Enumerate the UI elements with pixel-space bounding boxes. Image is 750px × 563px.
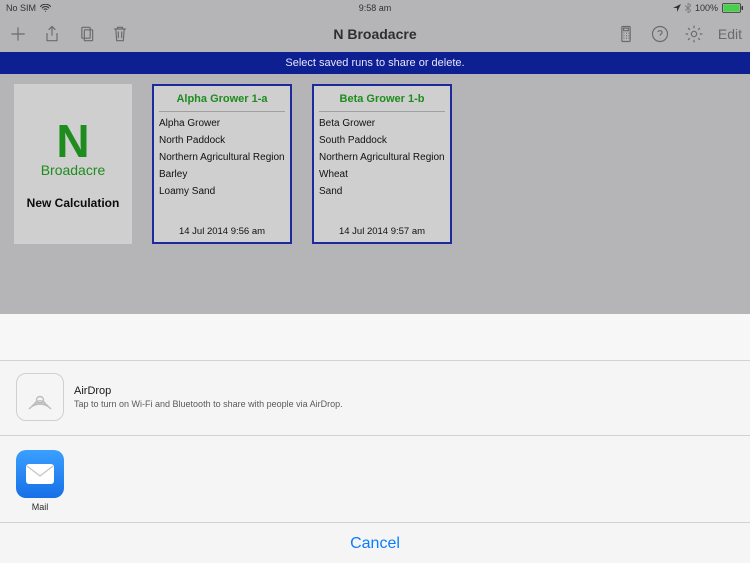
run-card-line: Sand [319, 183, 445, 200]
new-calculation-tile[interactable]: N Broadacre New Calculation [14, 84, 132, 244]
share-sheet: AirDrop Tap to turn on Wi-Fi and Bluetoo… [0, 360, 750, 563]
run-card-date: 14 Jul 2014 9:56 am [159, 223, 285, 238]
trash-button[interactable] [110, 24, 130, 44]
share-button[interactable] [42, 24, 62, 44]
run-card-title: Beta Grower 1-b [319, 90, 445, 112]
run-card-line: Northern Agricultural Region [319, 149, 445, 166]
battery-icon [722, 3, 744, 13]
cancel-button[interactable]: Cancel [350, 535, 400, 553]
help-button[interactable] [650, 24, 670, 44]
location-icon [673, 4, 681, 12]
clock: 9:58 am [0, 3, 750, 13]
run-card-line: Beta Grower [319, 115, 445, 132]
brand-line: Broadacre [41, 162, 106, 178]
run-card-line: Alpha Grower [159, 115, 285, 132]
instruction-bar: Select saved runs to share or delete. [0, 52, 750, 74]
run-card-line: Northern Agricultural Region [159, 149, 285, 166]
airdrop-title: AirDrop [74, 385, 343, 397]
bluetooth-icon [685, 3, 691, 13]
brand-n: N [56, 118, 89, 164]
wifi-icon [40, 4, 51, 12]
run-card[interactable]: Alpha Grower 1-a Alpha Grower North Padd… [152, 84, 292, 244]
run-card-line: Barley [159, 166, 285, 183]
run-card-line: South Paddock [319, 132, 445, 149]
copy-button[interactable] [76, 24, 96, 44]
new-calc-label: New Calculation [27, 196, 120, 210]
settings-button[interactable] [684, 24, 704, 44]
add-button[interactable] [8, 24, 28, 44]
run-card-date: 14 Jul 2014 9:57 am [319, 223, 445, 238]
airdrop-icon [16, 373, 64, 421]
toolbar: N Broadacre Edit [0, 16, 750, 52]
airdrop-desc: Tap to turn on Wi-Fi and Bluetooth to sh… [74, 399, 343, 409]
status-bar: No SIM 9:58 am 100% [0, 0, 750, 16]
mail-icon [16, 450, 64, 498]
run-card[interactable]: Beta Grower 1-b Beta Grower South Paddoc… [312, 84, 452, 244]
run-card-line: North Paddock [159, 132, 285, 149]
edit-button[interactable]: Edit [718, 26, 742, 42]
calc-button[interactable] [616, 24, 636, 44]
battery-pct: 100% [695, 3, 718, 13]
run-card-line: Wheat [319, 166, 445, 183]
carrier-label: No SIM [6, 3, 36, 13]
share-app-mail[interactable]: Mail [16, 450, 64, 512]
share-apps-row: Mail [0, 436, 750, 523]
saved-runs-grid: N Broadacre New Calculation Alpha Grower… [0, 74, 750, 314]
airdrop-row[interactable]: AirDrop Tap to turn on Wi-Fi and Bluetoo… [0, 361, 750, 436]
share-app-label: Mail [32, 502, 49, 512]
run-card-title: Alpha Grower 1-a [159, 90, 285, 112]
run-card-line: Loamy Sand [159, 183, 285, 200]
